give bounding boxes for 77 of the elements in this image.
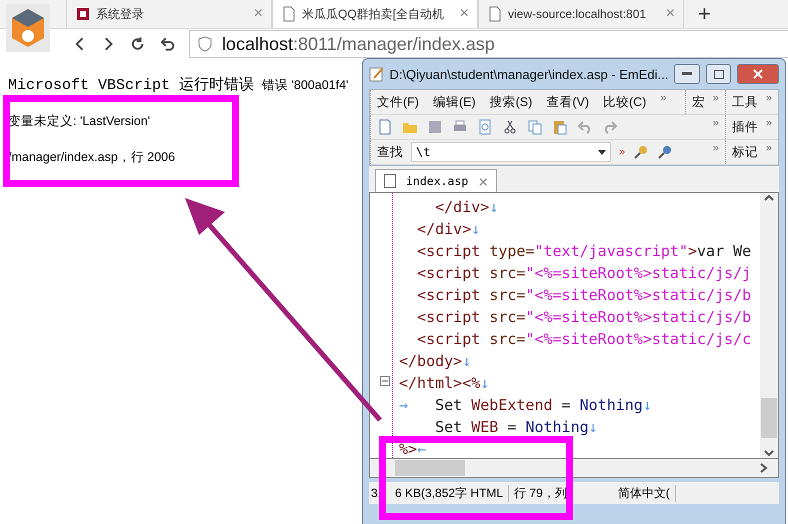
maximize-button[interactable] (706, 64, 732, 84)
vertical-scrollbar[interactable] (760, 193, 778, 458)
chevron-icon[interactable]: » (766, 92, 772, 104)
find-label: 查找 (377, 144, 403, 160)
find-field[interactable]: \t (411, 142, 611, 162)
chevron-icon[interactable]: » (766, 117, 772, 129)
caret-icon[interactable] (598, 150, 606, 154)
scroll-down-icon[interactable] (764, 448, 774, 458)
scroll-thumb[interactable] (761, 398, 777, 438)
cut-icon[interactable] (502, 119, 518, 135)
code-line: Set WEB = Nothing↓ (434, 417, 599, 438)
status-text: 简体中文( (612, 484, 676, 502)
notepad-icon (369, 66, 384, 82)
new-file-icon[interactable] (377, 119, 393, 135)
code-line: <script src="<%=siteRoot%>static/js/j (416, 263, 752, 284)
chevron-icon[interactable]: » (660, 92, 666, 104)
shield-icon (198, 36, 212, 52)
menu-item[interactable]: 编辑(E) (432, 94, 476, 110)
file-icon (384, 174, 396, 188)
error-heading: Microsoft VBScript 运行时错误 (8, 76, 254, 94)
new-tab-button[interactable]: + (684, 1, 725, 27)
browser-tab[interactable]: 米瓜瓜QQ群拍卖[全自动机 × (272, 0, 478, 28)
code-line: </div>↓ (434, 197, 500, 218)
error-code: 错误 '800a01f4' (262, 77, 348, 94)
horizontal-scrollbar[interactable] (369, 459, 779, 478)
copy-icon[interactable] (527, 119, 543, 135)
find-option[interactable]: » (619, 146, 626, 158)
page-icon[interactable] (281, 6, 297, 22)
scroll-up-icon[interactable] (764, 193, 774, 203)
maximize-icon (714, 70, 724, 78)
code-line: </body>↓ (399, 351, 472, 372)
browser-tab[interactable]: view-source:localhost:801 × (478, 0, 684, 28)
code-line: </div>↓ (416, 219, 482, 240)
close-button[interactable] (737, 64, 779, 84)
code-line: </html><%↓ (399, 373, 490, 394)
menu-item[interactable]: 标记 (732, 144, 758, 160)
chevron-icon[interactable]: » (712, 117, 719, 129)
close-icon[interactable]: × (460, 5, 469, 23)
window-title: D:\Qiyuan\student\manager\index.asp - EmEdi... (389, 66, 668, 82)
find-next-icon[interactable] (633, 144, 650, 160)
browser-tab[interactable]: 系统登录 × (66, 0, 272, 28)
menu-item[interactable]: 文件(F) (377, 94, 419, 110)
paste-icon[interactable] (552, 119, 568, 135)
file-tab[interactable]: index.asp × (375, 169, 497, 192)
page-icon[interactable] (487, 6, 503, 22)
close-icon[interactable]: × (478, 172, 488, 190)
status-text: 6 KB(3,852字 HTML (390, 484, 510, 502)
favicon-icon[interactable] (75, 6, 91, 22)
chevron-icon[interactable]: » (712, 92, 719, 104)
code-line: <script src="<%=siteRoot%>static/js/b (416, 285, 752, 306)
chevron-icon[interactable]: » (766, 142, 772, 154)
menu-item[interactable]: 比较(C) (602, 94, 646, 110)
close-icon (753, 69, 764, 79)
fold-icon[interactable] (380, 376, 390, 386)
menu-item[interactable]: 搜索(S) (490, 94, 532, 110)
scroll-thumb[interactable] (395, 460, 465, 476)
status-text: 行 79，列 (509, 484, 573, 502)
preview-icon[interactable] (477, 119, 493, 135)
chevron-icon[interactable]: » (712, 142, 719, 154)
undo-icon[interactable] (160, 36, 175, 52)
minimize-icon (682, 72, 692, 76)
menu-item[interactable]: 工具 (732, 94, 758, 110)
address-bar[interactable]: localhost:8011/manager/index.asp (188, 30, 788, 58)
menu-item[interactable]: 查看(V) (546, 94, 589, 110)
menu-item[interactable]: 宏 (692, 94, 705, 110)
scroll-right-icon[interactable] (760, 463, 768, 473)
minimize-button[interactable] (674, 64, 700, 84)
code-line: <script src="<%=siteRoot%>static/js/b (416, 307, 752, 328)
code-line: %>← (399, 439, 428, 458)
find-prev-icon[interactable] (657, 144, 674, 160)
error-location: /manager/index.asp，行 2006 (8, 149, 176, 166)
reload-icon[interactable] (130, 36, 146, 52)
code-line: <script src="<%=siteRoot%>static/js/c (416, 329, 752, 350)
code-line: → Set WebExtend = Nothing↓ (399, 395, 653, 416)
menu-item[interactable]: 插件 (732, 118, 758, 136)
url-text: localhost:8011/manager/index.asp (222, 34, 495, 54)
code-line: <script type="text/javascript">var We (416, 241, 752, 262)
